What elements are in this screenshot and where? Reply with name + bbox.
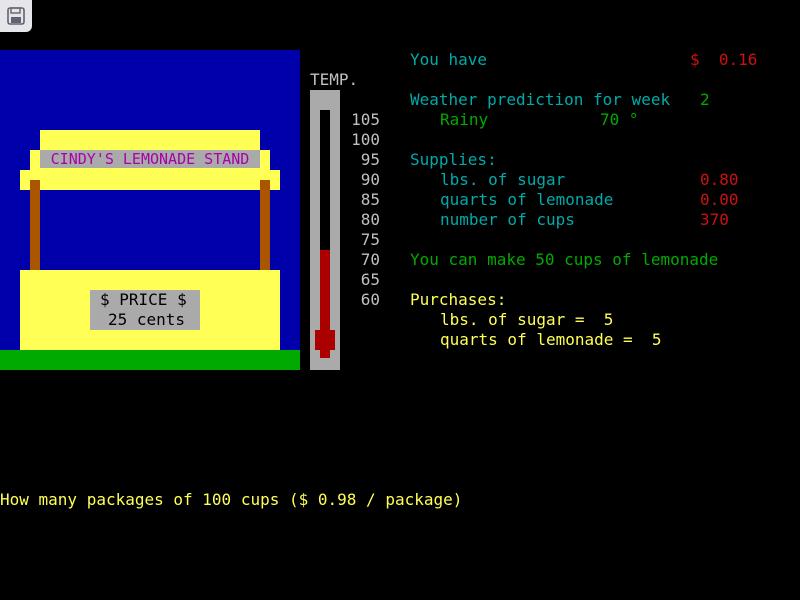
cash-value: $ 0.16 bbox=[690, 50, 758, 69]
weather-temperature: 70 ° bbox=[600, 110, 639, 129]
floppy-disk-icon bbox=[7, 7, 25, 25]
thermometer-tick: 100 bbox=[351, 130, 380, 149]
stand-post-left bbox=[30, 180, 40, 270]
cups-purchase-prompt[interactable]: How many packages of 100 cups ($ 0.98 / … bbox=[0, 490, 462, 510]
thermometer-bulb bbox=[315, 330, 335, 350]
grass bbox=[0, 350, 300, 370]
thermometer-tick: 80 bbox=[360, 210, 380, 229]
price-sign-title: $ PRICE $ bbox=[100, 290, 187, 309]
purchases-label: Purchases: bbox=[410, 290, 507, 309]
thermometer bbox=[310, 90, 340, 370]
supply-sugar-value: 0.80 bbox=[700, 170, 739, 189]
supply-lemonade-value: 0.00 bbox=[700, 190, 739, 209]
thermometer-tick: 95 bbox=[360, 150, 380, 169]
cash-label: You have bbox=[410, 50, 488, 69]
thermometer-tick: 75 bbox=[360, 230, 380, 249]
purchase-sugar: lbs. of sugar = 5 bbox=[440, 310, 614, 329]
weather-label: Weather prediction for week bbox=[410, 90, 671, 109]
price-sign-value: 25 cents bbox=[108, 310, 186, 329]
weather-condition: Rainy bbox=[440, 110, 489, 129]
thermometer-tick: 60 bbox=[360, 290, 380, 309]
stand-roof bbox=[40, 130, 260, 150]
thermometer-tick: 65 bbox=[360, 270, 380, 289]
price-sign: $ PRICE $ 25 cents bbox=[90, 290, 200, 330]
thermometer-tick: 70 bbox=[360, 250, 380, 269]
thermometer-mercury bbox=[320, 250, 330, 310]
supply-lemonade-label: quarts of lemonade bbox=[440, 190, 614, 209]
thermometer-tick: 105 bbox=[351, 110, 380, 129]
supply-cups-label: number of cups bbox=[440, 210, 575, 229]
stand-sign: CINDY'S LEMONADE STAND bbox=[40, 150, 260, 168]
can-make-message: You can make 50 cups of lemonade bbox=[410, 250, 719, 269]
stand-roof-eave bbox=[20, 170, 280, 190]
supplies-label: Supplies: bbox=[410, 150, 497, 169]
supply-sugar-label: lbs. of sugar bbox=[440, 170, 566, 189]
supply-cups-value: 370 bbox=[700, 210, 729, 229]
stand-post-right bbox=[260, 180, 270, 270]
thermometer-tick: 90 bbox=[360, 170, 380, 189]
save-button[interactable] bbox=[0, 0, 32, 32]
thermometer-label: TEMP. bbox=[310, 70, 359, 89]
thermometer-tick: 85 bbox=[360, 190, 380, 209]
lemonade-stand-scene: CINDY'S LEMONADE STAND $ PRICE $ 25 cent… bbox=[0, 50, 300, 370]
week-number: 2 bbox=[700, 90, 710, 109]
purchase-lemonade: quarts of lemonade = 5 bbox=[440, 330, 662, 349]
